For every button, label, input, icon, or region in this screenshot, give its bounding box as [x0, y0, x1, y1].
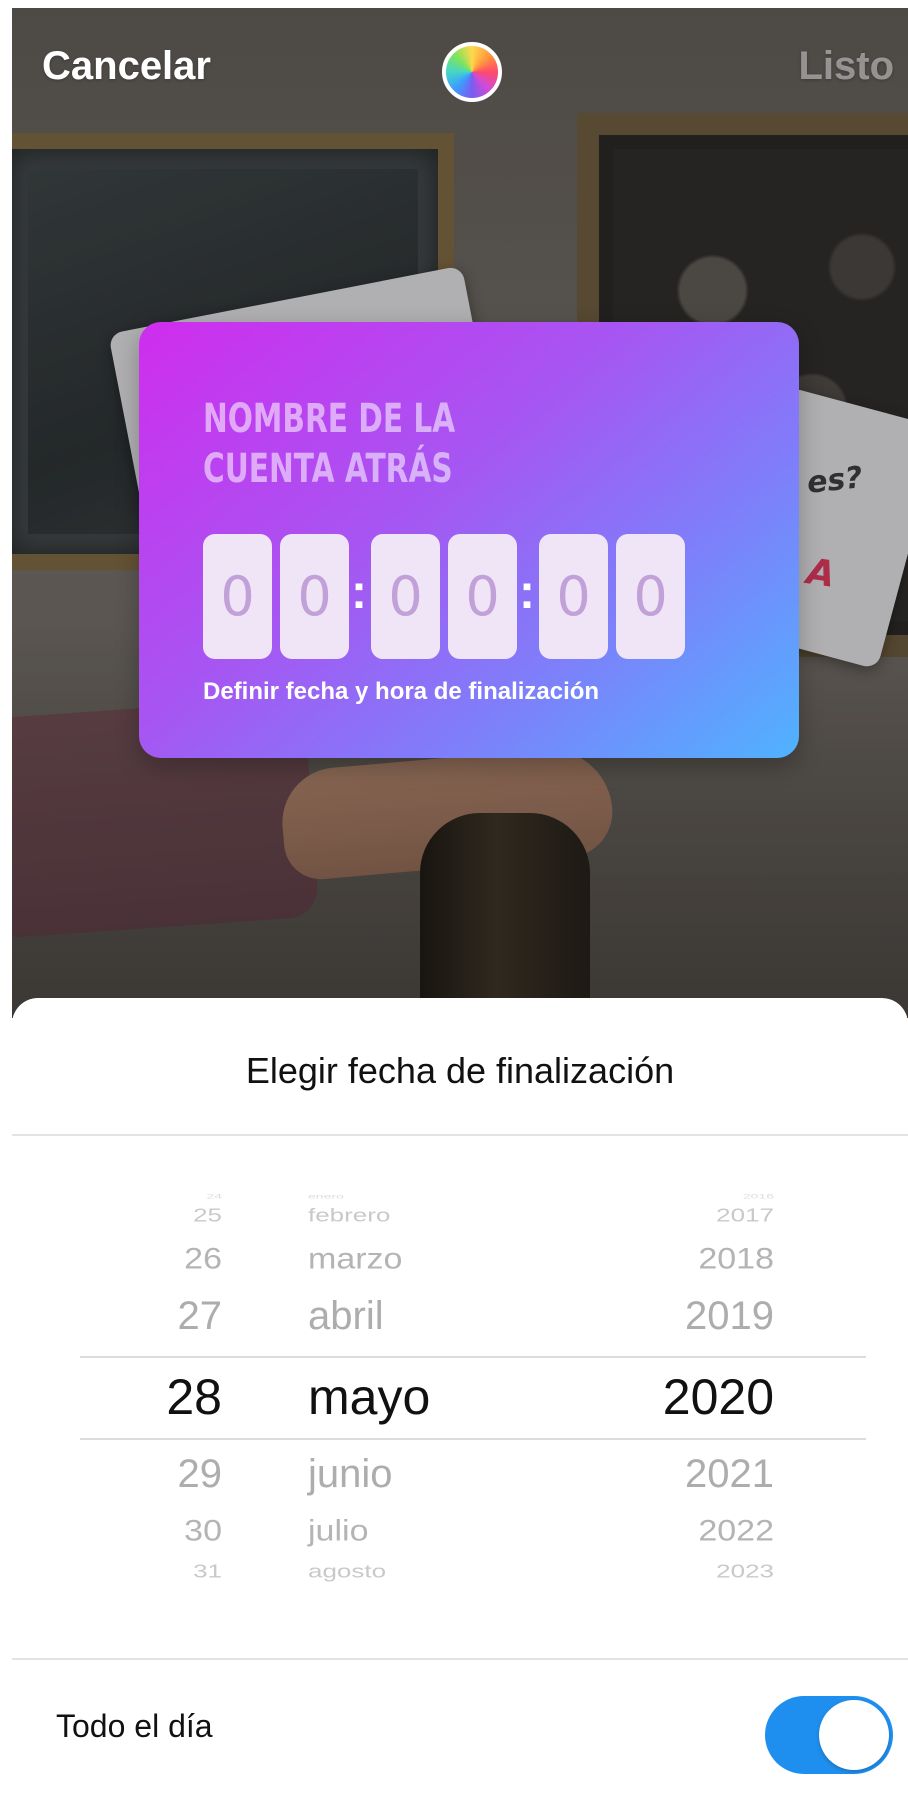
year-option-selected[interactable]: 2020 — [634, 1368, 774, 1426]
year-wheel[interactable]: 2016 2017 2018 2019 2020 2021 2022 2023 — [634, 1138, 774, 1582]
day-option[interactable]: 30 — [152, 1514, 222, 1548]
cancel-button[interactable]: Cancelar — [42, 44, 211, 89]
countdown-digit: 0 — [616, 534, 685, 659]
countdown-digit: 0 — [371, 534, 440, 659]
day-wheel[interactable]: 24 25 26 27 28 29 30 31 — [152, 1138, 223, 1582]
year-option[interactable]: 2023 — [634, 1560, 774, 1582]
date-picker-sheet: Elegir fecha de finalización 24 25 26 27… — [12, 998, 908, 1805]
year-option[interactable]: 2016 — [634, 1192, 774, 1199]
toggle-knob — [819, 1700, 889, 1770]
month-option[interactable]: marzo — [308, 1242, 568, 1276]
month-option[interactable]: abril — [308, 1294, 568, 1339]
countdown-sticker[interactable]: NOMBRE DE LA CUENTA ATRÁS 0 0 : 0 0 : 0 … — [139, 322, 799, 758]
all-day-toggle[interactable] — [765, 1696, 893, 1774]
countdown-separator: : — [351, 566, 367, 619]
countdown-name-field[interactable]: NOMBRE DE LA CUENTA ATRÁS — [203, 394, 588, 494]
divider — [12, 1658, 908, 1660]
countdown-digit: 0 — [448, 534, 517, 659]
done-button[interactable]: Listo — [798, 44, 894, 89]
day-option[interactable]: 31 — [152, 1560, 222, 1582]
all-day-label: Todo el día — [56, 1708, 213, 1744]
sheet-title: Elegir fecha de finalización — [245, 1050, 675, 1091]
month-option[interactable]: agosto — [308, 1560, 568, 1582]
day-option[interactable]: 24 — [152, 1192, 222, 1199]
month-option[interactable]: enero — [308, 1192, 568, 1199]
countdown-digit: 0 — [280, 534, 349, 659]
year-option[interactable]: 2018 — [634, 1242, 774, 1276]
year-option[interactable]: 2021 — [634, 1452, 774, 1497]
month-option-selected[interactable]: mayo — [308, 1368, 568, 1426]
day-option[interactable]: 25 — [152, 1204, 222, 1226]
year-option[interactable]: 2017 — [634, 1204, 774, 1226]
set-end-date-hint[interactable]: Definir fecha y hora de finalización — [203, 678, 599, 706]
day-option-selected[interactable]: 28 — [152, 1368, 222, 1426]
countdown-digit: 0 — [539, 534, 608, 659]
year-option[interactable]: 2019 — [634, 1294, 774, 1339]
app-screen: es? A Cancelar Listo NOMBRE DE LA CUENTA… — [12, 8, 908, 1805]
countdown-digit: 0 — [203, 534, 272, 659]
month-wheel[interactable]: enero febrero marzo abril mayo junio jul… — [308, 1138, 568, 1582]
month-option[interactable]: junio — [308, 1452, 568, 1497]
month-option[interactable]: febrero — [308, 1204, 568, 1226]
year-option[interactable]: 2022 — [634, 1514, 774, 1548]
day-option[interactable]: 27 — [152, 1294, 223, 1339]
date-picker[interactable]: 24 25 26 27 28 29 30 31 enero febrero ma… — [12, 1138, 908, 1582]
countdown-separator: : — [519, 566, 535, 619]
day-option[interactable]: 29 — [152, 1452, 223, 1497]
divider — [12, 1134, 908, 1136]
color-wheel-icon[interactable] — [442, 42, 502, 102]
day-option[interactable]: 26 — [152, 1242, 222, 1276]
month-option[interactable]: julio — [308, 1514, 568, 1548]
